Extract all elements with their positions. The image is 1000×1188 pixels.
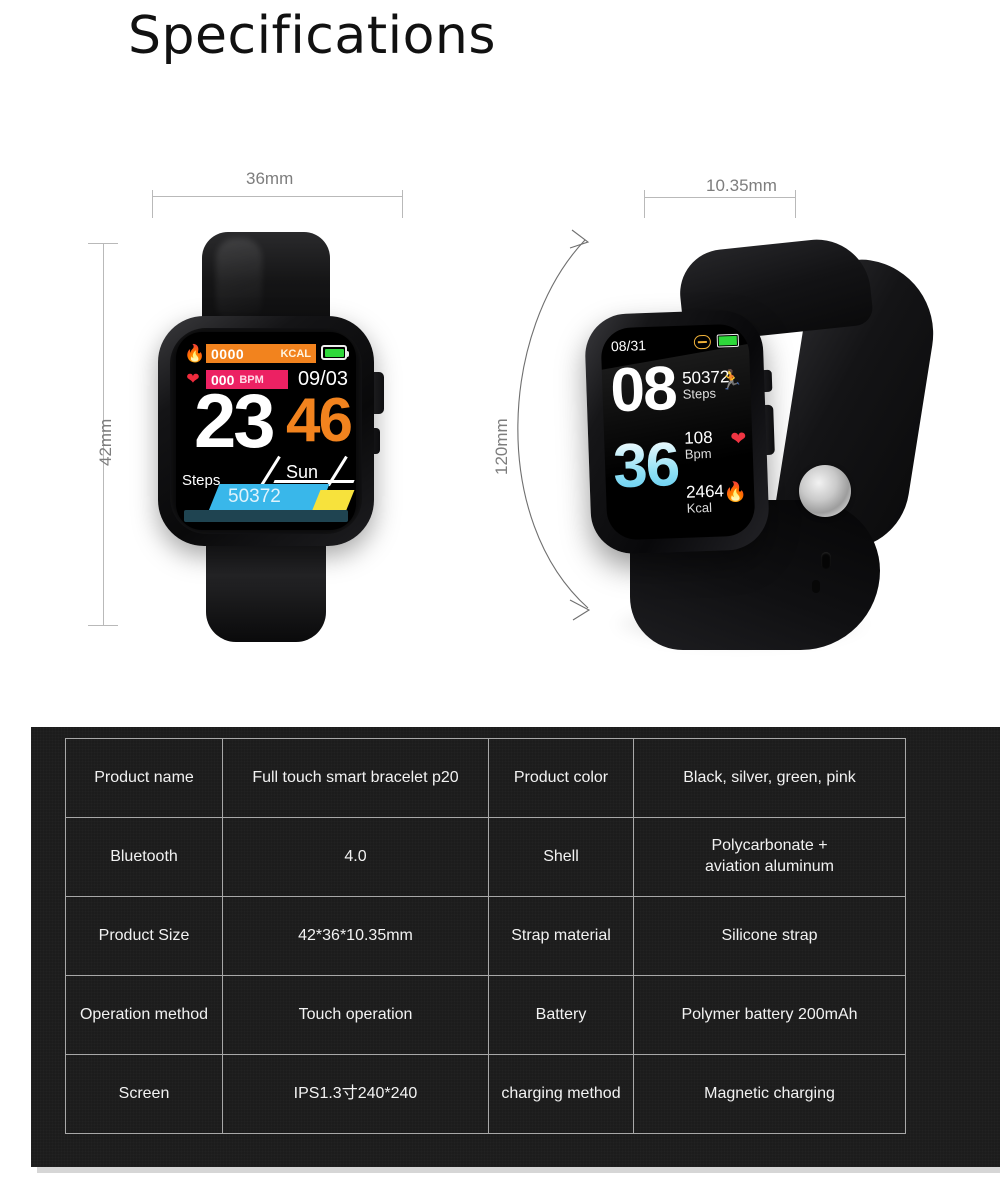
- dim-tick-right-1035: [795, 190, 796, 218]
- watch-date-2: 08/31: [610, 337, 647, 355]
- dim-line-36: [152, 196, 402, 197]
- metric-kcal: 2464 Kcal: [685, 481, 725, 516]
- steps-label: Steps: [182, 472, 221, 489]
- heart-icon-2: ❤: [730, 428, 747, 451]
- kcal-label-2: Kcal: [686, 499, 713, 516]
- dim-label-height: 42mm: [96, 418, 115, 466]
- weekday-label: Sun: [286, 462, 319, 482]
- strap-hole-2: [812, 580, 820, 593]
- kcal-value: 0000: [211, 345, 245, 362]
- spec-value-cell: Full touch smart bracelet p20: [222, 738, 489, 818]
- spec-value-cell: 4.0: [222, 817, 489, 897]
- spec-value-cell: Magnetic charging: [633, 1054, 906, 1134]
- table-row: Product Size 42*36*10.35mm Strap material S…: [65, 896, 906, 976]
- table-row: Bluetooth 4.0 Shell Polycarbonate + aviation…: [65, 817, 906, 897]
- strap-hole-1: [821, 552, 831, 569]
- flame-icon: 🔥: [184, 344, 206, 363]
- table-row: Screen IPS1.3寸240*240 charging method Magne…: [65, 1054, 906, 1134]
- spec-value-cell: Black, silver, green, pink: [633, 738, 906, 818]
- spec-label-cell: charging method: [488, 1054, 634, 1134]
- watch-front-view: 🔥 0000 KCAL ❤ 000 BPM 09/03 23 46 Steps …: [150, 232, 390, 642]
- spec-value-cell: 42*36*10.35mm: [222, 896, 489, 976]
- running-icon: 🏃: [719, 369, 744, 392]
- kcal-unit: KCAL: [280, 347, 311, 360]
- page-title: Specifications: [128, 6, 496, 66]
- bpm-label-2: Bpm: [684, 445, 712, 462]
- table-row: Operation method Touch operation Battery Po…: [65, 975, 906, 1055]
- dim-tick-right-36: [402, 190, 403, 218]
- specifications-page: Specifications 36mm 42mm 10.35mm 120mm 🔥…: [0, 0, 1000, 1188]
- watch-hour: 23: [194, 379, 276, 464]
- dim-line-1035: [644, 197, 795, 198]
- dim-tick-bottom-42: [88, 625, 118, 626]
- bluetooth-icon: [693, 334, 712, 350]
- spec-value-cell: Polymer battery 200mAh: [633, 975, 906, 1055]
- watch-side-view: 08/31 08 36 50372 Steps 🏃 108 Bpm ❤ 2464…: [560, 230, 960, 660]
- spec-value-cell: IPS1.3寸240*240: [222, 1054, 489, 1134]
- dim-label-strap-length: 120mm: [492, 418, 511, 475]
- spec-label-cell: Product name: [65, 738, 223, 818]
- spec-label-cell: Screen: [65, 1054, 223, 1134]
- battery-icon: [321, 345, 349, 360]
- spec-label-cell: Strap material: [488, 896, 634, 976]
- dim-tick-left-36: [152, 190, 153, 218]
- dim-tick-left-1035: [644, 190, 645, 218]
- kcal-bar: 0000 KCAL: [206, 344, 316, 363]
- watch-screen-front: 🔥 0000 KCAL ❤ 000 BPM 09/03 23 46 Steps …: [176, 332, 356, 530]
- spec-panel: Product name Full touch smart bracelet p2…: [31, 727, 1000, 1167]
- spec-label-cell: Battery: [488, 975, 634, 1055]
- watch-strap-bottom: [206, 532, 326, 642]
- specifications-table: Product name Full touch smart bracelet p2…: [65, 738, 906, 1134]
- strap-pin-button: [799, 465, 851, 517]
- spec-label-cell: Shell: [488, 817, 634, 897]
- screen-bottom-bar: [184, 510, 348, 522]
- watch-screen-side: 08/31 08 36 50372 Steps 🏃 108 Bpm ❤ 2464…: [600, 323, 756, 541]
- spec-label-cell: Product color: [488, 738, 634, 818]
- steps-value: 50372: [228, 486, 281, 507]
- watch-minute-2: 36: [611, 430, 680, 502]
- spec-label-cell: Operation method: [65, 975, 223, 1055]
- spec-label-cell: Bluetooth: [65, 817, 223, 897]
- spec-label-cell: Product Size: [65, 896, 223, 976]
- watch-hour-2: 08: [609, 354, 677, 426]
- metric-bpm: 108 Bpm: [683, 427, 713, 462]
- table-row: Product name Full touch smart bracelet p2…: [65, 738, 906, 818]
- spec-value-cell: Silicone strap: [633, 896, 906, 976]
- flame-icon-2: 🔥: [723, 481, 748, 504]
- spec-value-cell: Polycarbonate + aviation aluminum: [633, 817, 906, 897]
- dim-label-thickness: 10.35mm: [706, 176, 777, 195]
- dim-label-width: 36mm: [246, 169, 294, 188]
- bpm-value-2: 108: [683, 427, 713, 448]
- spec-value-cell: Touch operation: [222, 975, 489, 1055]
- watch-minute: 46: [286, 386, 353, 455]
- kcal-value-2: 2464: [685, 481, 725, 502]
- accent-band: [311, 490, 355, 512]
- battery-icon-2: [716, 333, 740, 348]
